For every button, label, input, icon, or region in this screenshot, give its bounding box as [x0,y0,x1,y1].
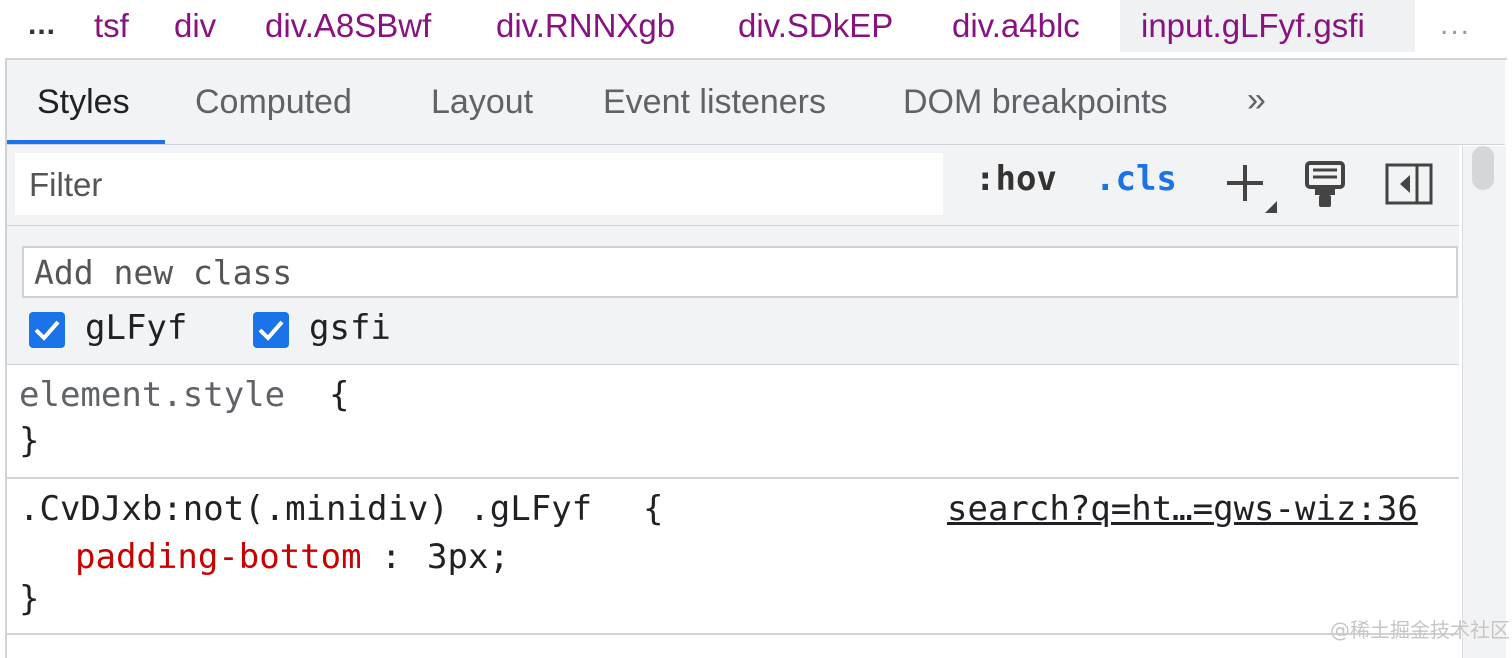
tab-styles[interactable]: Styles [37,60,130,144]
class-label: gLFyf [85,308,188,348]
filter-input[interactable] [15,153,951,217]
scrollbar-thumb[interactable] [1472,146,1494,190]
filter-box [15,153,951,217]
style-rule-element-style: element.style { } [7,365,1459,479]
property-value[interactable]: 3px [427,537,488,577]
checkbox-checked-icon[interactable] [253,312,289,348]
tab-event-listeners[interactable]: Event listeners [603,60,826,144]
more-tabs-chevron-icon[interactable]: » [1247,60,1266,144]
breadcrumb-scroll-left[interactable]: ... [28,0,56,52]
styles-panel: Styles Computed Layout Event listeners D… [5,58,1507,658]
class-pane: gLFyf gsfi [7,226,1459,365]
plus-icon[interactable] [1219,155,1279,215]
tab-dom-breakpoints[interactable]: DOM breakpoints [903,60,1168,144]
property-colon: : [381,537,402,577]
rule-open-brace[interactable]: { [643,489,663,529]
rule-source-link[interactable]: search?q=ht…=gws-wiz:36 [947,489,1418,529]
add-new-class-input[interactable] [22,246,1458,298]
checkbox-checked-icon[interactable] [29,312,65,348]
watermark: @稀土掘金技术社区 [1330,618,1510,642]
property-semicolon: ; [489,537,510,577]
cls-toggle-button[interactable]: .cls [1095,159,1177,199]
breadcrumb-item-div-sdkep[interactable]: div.SDkEP [738,0,893,52]
rule-selector: element.style [19,375,286,415]
breadcrumb-item-div[interactable]: div [174,0,216,52]
scrollbar[interactable] [1462,146,1506,658]
style-rule-cvdjxb: .CvDJxb:not(.minidiv) .gLFyf { search?q=… [7,479,1459,635]
active-tab-indicator [7,140,165,144]
breadcrumb-item-div-a4blc[interactable]: div.a4blc [952,0,1080,52]
hov-toggle-button[interactable]: :hov [975,159,1057,199]
breadcrumb-item-tsf[interactable]: tsf [94,0,129,52]
styles-toolbar: :hov .cls [7,145,1459,226]
sidebar-tabs: Styles Computed Layout Event listeners D… [7,60,1505,145]
class-label: gsfi [309,308,391,348]
rule-open-brace[interactable]: { [329,375,349,415]
tab-layout[interactable]: Layout [431,60,533,144]
dom-breadcrumb: ... tsf div div.A8SBwf div.RNNXgb div.SD… [0,0,1505,52]
paint-brush-icon[interactable] [1303,161,1347,209]
rule-selector[interactable]: .CvDJxb:not(.minidiv) .gLFyf [19,489,592,529]
rule-close-brace[interactable]: } [19,421,39,461]
breadcrumb-item-div-a8sbwf[interactable]: div.A8SBwf [265,0,431,52]
breadcrumb-scroll-right[interactable]: ... [1440,0,1471,52]
rule-close-brace[interactable]: } [19,579,39,619]
tab-computed[interactable]: Computed [195,60,352,144]
toggle-sidebar-icon[interactable] [1385,163,1433,205]
breadcrumb-item-input[interactable]: input.gLFyf.gsfi [1141,0,1365,52]
breadcrumb-item-div-rnnxgb[interactable]: div.RNNXgb [496,0,675,52]
property-name[interactable]: padding-bottom [75,537,362,577]
